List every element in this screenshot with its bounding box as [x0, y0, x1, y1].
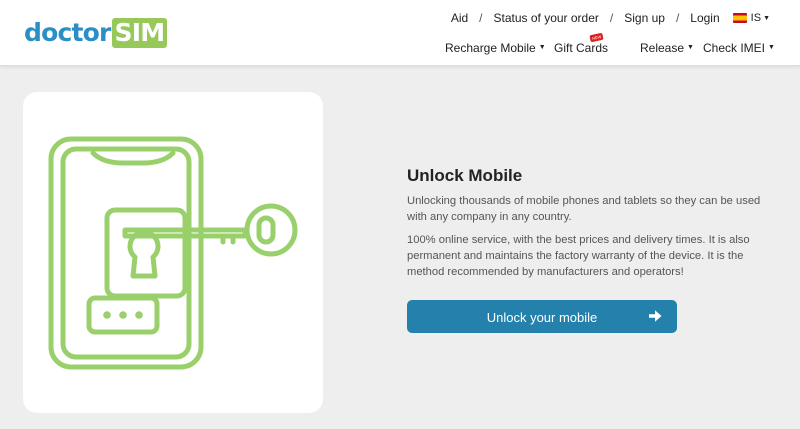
illustration-card	[23, 92, 323, 413]
menu-label: Release	[640, 41, 685, 55]
description-paragraph-2: 100% online service, with the best price…	[407, 234, 750, 278]
menu-gift-cards[interactable]: Gift Cards NEW	[554, 32, 609, 55]
menu-release[interactable]: Release ▼	[640, 41, 694, 55]
logo-text-doctor: doctor	[24, 18, 111, 47]
caret-down-icon: ▼	[538, 44, 546, 51]
language-selector[interactable]: IS ▼	[732, 12, 770, 24]
button-label: Unlock your mobile	[486, 310, 598, 325]
menu-check-imei[interactable]: Check IMEI ▼	[703, 41, 775, 55]
spain-flag-icon	[732, 13, 747, 23]
nav-link-signup[interactable]: Sign up	[624, 11, 665, 25]
nav-separator: /	[675, 11, 680, 25]
description-paragraph-1: Unlocking thousands of mobile phones and…	[407, 195, 761, 223]
nav-separator: /	[479, 11, 483, 25]
logo-text-sim: SIM	[111, 18, 168, 48]
phone-key-unlock-icon	[48, 136, 298, 370]
nav-separator: /	[609, 11, 614, 25]
caret-down-icon: ▼	[763, 14, 770, 22]
arrow-right-icon	[649, 310, 662, 322]
unlock-mobile-button[interactable]: Unlock your mobile	[407, 300, 677, 333]
menu-label: Recharge Mobile	[445, 41, 536, 55]
menu-label: Check IMEI	[703, 41, 766, 55]
language-code: IS	[750, 12, 762, 24]
nav-link-order-status[interactable]: Status of your order	[494, 11, 599, 25]
caret-down-icon: ▼	[687, 44, 694, 51]
top-nav: Aid / Status of your order / Sign up / L…	[451, 11, 770, 25]
nav-link-aid[interactable]: Aid	[451, 11, 468, 25]
hero-content: Unlock Mobile Unlocking thousands of mob…	[407, 166, 777, 287]
caret-down-icon: ▼	[768, 44, 775, 51]
nav-link-login[interactable]: Login	[690, 11, 719, 25]
site-header: doctor SIM Aid / Status of your order / S…	[0, 0, 800, 66]
menu-recharge-mobile[interactable]: Recharge Mobile ▼	[445, 41, 546, 55]
logo[interactable]: doctor SIM	[24, 18, 168, 48]
page-title: Unlock Mobile	[407, 166, 523, 185]
menu-label: Gift Cards	[554, 41, 609, 55]
